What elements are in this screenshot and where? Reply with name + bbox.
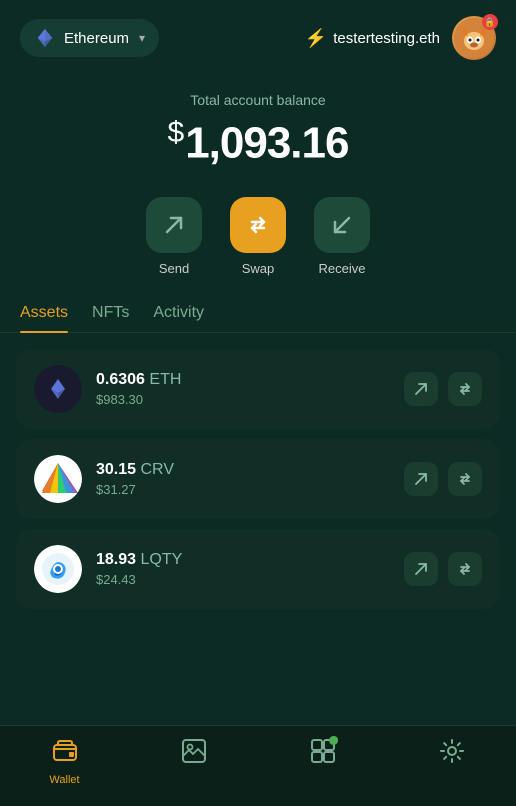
- avatar-container[interactable]: 🔒: [452, 16, 496, 60]
- nav-apps[interactable]: [258, 738, 387, 786]
- balance-label: Total account balance: [20, 92, 496, 108]
- lqty-swap-button[interactable]: [448, 552, 482, 586]
- lqty-actions: [404, 552, 482, 586]
- nav-settings[interactable]: [387, 738, 516, 786]
- tab-nfts[interactable]: NFTs: [92, 304, 129, 332]
- header-right: ⚡ testertesting.eth 🔒: [305, 16, 496, 60]
- tab-assets[interactable]: Assets: [20, 304, 68, 332]
- eth-usd: $983.30: [96, 392, 390, 407]
- swap-label: Swap: [242, 261, 275, 276]
- eth-actions: [404, 372, 482, 406]
- eth-amount: 0.6306 ETH: [96, 371, 390, 389]
- network-selector[interactable]: Ethereum ▾: [20, 19, 159, 57]
- crv-usd: $31.27: [96, 482, 390, 497]
- wallet-icon: [52, 738, 78, 770]
- asset-item-eth: 0.6306 ETH $983.30: [16, 349, 500, 429]
- crv-amount: 30.15 CRV: [96, 461, 390, 479]
- crv-swap-button[interactable]: [448, 462, 482, 496]
- balance-section: Total account balance $1,093.16: [0, 72, 516, 197]
- swap-icon: [230, 197, 286, 253]
- receive-icon: [314, 197, 370, 253]
- asset-list: 0.6306 ETH $983.30: [0, 349, 516, 609]
- lqty-usd: $24.43: [96, 572, 390, 587]
- send-label: Send: [159, 261, 189, 276]
- bottom-nav: Wallet: [0, 725, 516, 806]
- ens-section: ⚡ testertesting.eth: [305, 28, 440, 49]
- avatar-lock-icon: 🔒: [482, 14, 498, 30]
- asset-item-crv: 30.15 CRV $31.27: [16, 439, 500, 519]
- lqty-logo: [34, 545, 82, 593]
- ens-name: testertesting.eth: [333, 30, 440, 47]
- crv-actions: [404, 462, 482, 496]
- settings-icon: [439, 738, 465, 770]
- crv-send-button[interactable]: [404, 462, 438, 496]
- nav-wallet[interactable]: Wallet: [0, 738, 129, 786]
- swap-button[interactable]: Swap: [230, 197, 286, 276]
- bolt-icon: ⚡: [305, 28, 327, 49]
- tab-activity[interactable]: Activity: [153, 304, 204, 332]
- balance-value: 1,093.16: [185, 119, 348, 168]
- tabs: Assets NFTs Activity: [0, 304, 516, 333]
- asset-info-crv: 30.15 CRV $31.27: [96, 461, 390, 497]
- lqty-amount: 18.93 LQTY: [96, 551, 390, 569]
- gallery-icon: [181, 738, 207, 770]
- asset-item-lqty: 18.93 LQTY $24.43: [16, 529, 500, 609]
- crv-logo: [34, 455, 82, 503]
- send-button[interactable]: Send: [146, 197, 202, 276]
- header: Ethereum ▾ ⚡ testertesting.eth: [0, 0, 516, 72]
- asset-info-eth: 0.6306 ETH $983.30: [96, 371, 390, 407]
- apps-icon: [310, 738, 336, 770]
- wallet-nav-label: Wallet: [49, 774, 79, 786]
- eth-logo: [34, 365, 82, 413]
- currency-symbol: $: [168, 116, 184, 149]
- eth-swap-button[interactable]: [448, 372, 482, 406]
- receive-button[interactable]: Receive: [314, 197, 370, 276]
- ethereum-icon: [34, 27, 56, 49]
- network-name: Ethereum: [64, 30, 129, 47]
- nav-gallery[interactable]: [129, 738, 258, 786]
- action-buttons: Send Swap Receive: [0, 197, 516, 304]
- apps-notification-dot: [329, 736, 338, 745]
- receive-label: Receive: [319, 261, 366, 276]
- eth-send-button[interactable]: [404, 372, 438, 406]
- lqty-send-button[interactable]: [404, 552, 438, 586]
- asset-info-lqty: 18.93 LQTY $24.43: [96, 551, 390, 587]
- chevron-down-icon: ▾: [139, 31, 145, 45]
- balance-amount: $1,093.16: [20, 116, 496, 169]
- send-icon: [146, 197, 202, 253]
